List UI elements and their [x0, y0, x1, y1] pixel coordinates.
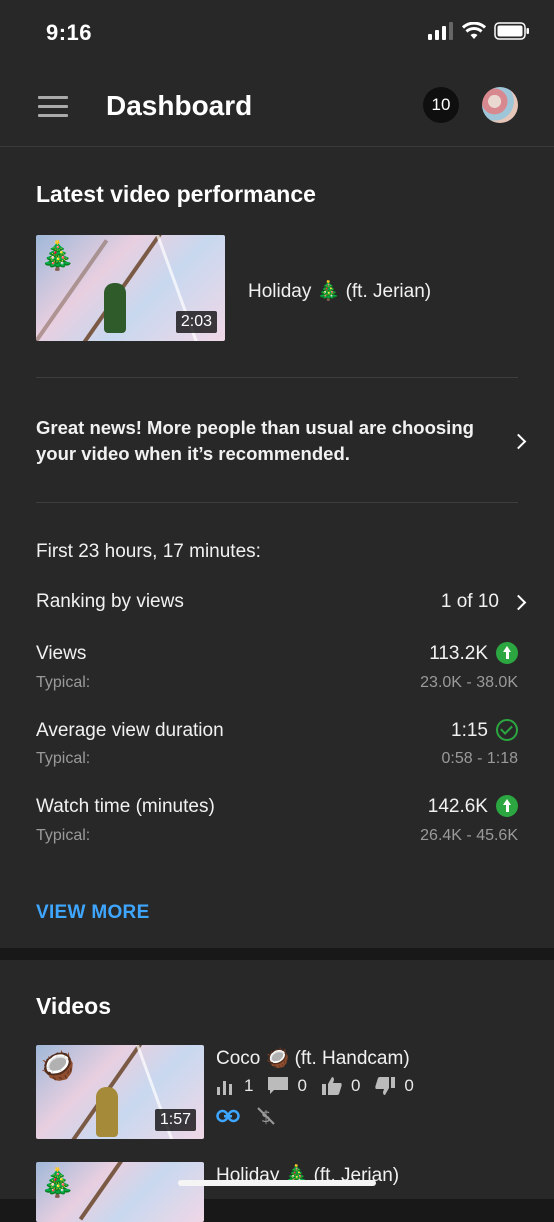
ranking-value[interactable]: 1 of 10 [441, 591, 499, 613]
bar-chart-icon [217, 1081, 232, 1095]
latest-video-title[interactable]: Holiday 🎄 (ft. Jerian) [248, 279, 431, 303]
latest-heading: Latest video performance [36, 181, 316, 207]
divider [36, 502, 518, 503]
latest-video-thumbnail[interactable]: 🎄 2:03 [36, 235, 225, 341]
metric-label-avg-duration: Average view duration [36, 720, 224, 741]
chevron-right-icon[interactable] [510, 433, 527, 450]
video-duration: 2:03 [175, 311, 217, 333]
home-indicator[interactable] [178, 1180, 376, 1186]
status-bar: 9:16 [0, 0, 554, 70]
typical-range-watch-time: 26.4K - 45.6K [420, 827, 518, 844]
metric-label-watch-time: Watch time (minutes) [36, 796, 215, 817]
divider [36, 377, 518, 378]
video-duration: 1:57 [154, 1109, 196, 1131]
trend-up-icon [496, 642, 518, 664]
insight-text[interactable]: Great news! More people than usual are c… [36, 415, 476, 467]
comments-count: 0 [297, 1076, 307, 1095]
video-flags: $ [216, 1106, 276, 1126]
thumbs-down-icon [375, 1077, 396, 1095]
videos-heading: Videos [36, 993, 111, 1019]
app-bar: Dashboard 10 [0, 70, 554, 147]
signal-icon [428, 22, 453, 40]
video-thumbnail[interactable]: 🥥 1:57 [36, 1045, 204, 1139]
dislikes-count: 0 [404, 1076, 414, 1095]
metric-label-views: Views [36, 643, 87, 664]
metric-value-watch-time: 142.6K [427, 796, 488, 817]
status-icons [428, 22, 530, 40]
page-title: Dashboard [106, 90, 253, 121]
link-icon [216, 1109, 240, 1123]
status-time: 9:16 [46, 20, 93, 45]
avatar[interactable] [482, 87, 518, 123]
battery-icon [494, 22, 529, 40]
ranking-label[interactable]: Ranking by views [36, 591, 184, 613]
likes-count: 0 [350, 1076, 361, 1095]
coconut-icon: 🥥 [40, 1050, 75, 1081]
video-title[interactable]: Coco 🥥 (ft. Handcam) [216, 1046, 410, 1070]
monetization-off-icon: $ [257, 1107, 275, 1126]
views-count: 1 [244, 1076, 254, 1095]
notifications-badge[interactable]: 10 [423, 87, 459, 123]
typical-range-avg-duration: 0:58 - 1:18 [441, 750, 519, 767]
check-circle-icon [496, 719, 518, 741]
videos-card: Videos 🥥 1:57 Coco 🥥 (ft. Handcam) 1 0 0… [0, 960, 554, 1222]
typical-label: Typical: [36, 827, 91, 844]
view-more-button[interactable]: VIEW MORE [36, 902, 150, 924]
latest-video-card: Latest video performance 🎄 2:03 Holiday … [0, 147, 554, 948]
trend-up-icon [496, 795, 518, 817]
video-stats: 1 0 0 0 [216, 1076, 414, 1096]
character-figure [96, 1087, 118, 1137]
video-thumbnail[interactable]: 🎄 [36, 1162, 204, 1222]
comment-icon [268, 1077, 289, 1094]
tree-icon: 🎄 [40, 240, 75, 271]
typical-range-views: 23.0K - 38.0K [420, 674, 518, 691]
typical-label: Typical: [36, 750, 91, 767]
wifi-icon [462, 22, 486, 39]
period-label: First 23 hours, 17 minutes: [36, 541, 261, 562]
character-figure [104, 283, 126, 333]
chevron-right-icon[interactable] [510, 594, 527, 611]
tree-icon: 🎄 [40, 1167, 75, 1198]
thumbs-up-icon [321, 1077, 342, 1095]
typical-label: Typical: [36, 674, 91, 691]
metric-value-avg-duration: 1:15 [451, 720, 488, 741]
menu-icon[interactable] [38, 96, 68, 118]
metric-value-views: 113.2K [429, 643, 488, 664]
